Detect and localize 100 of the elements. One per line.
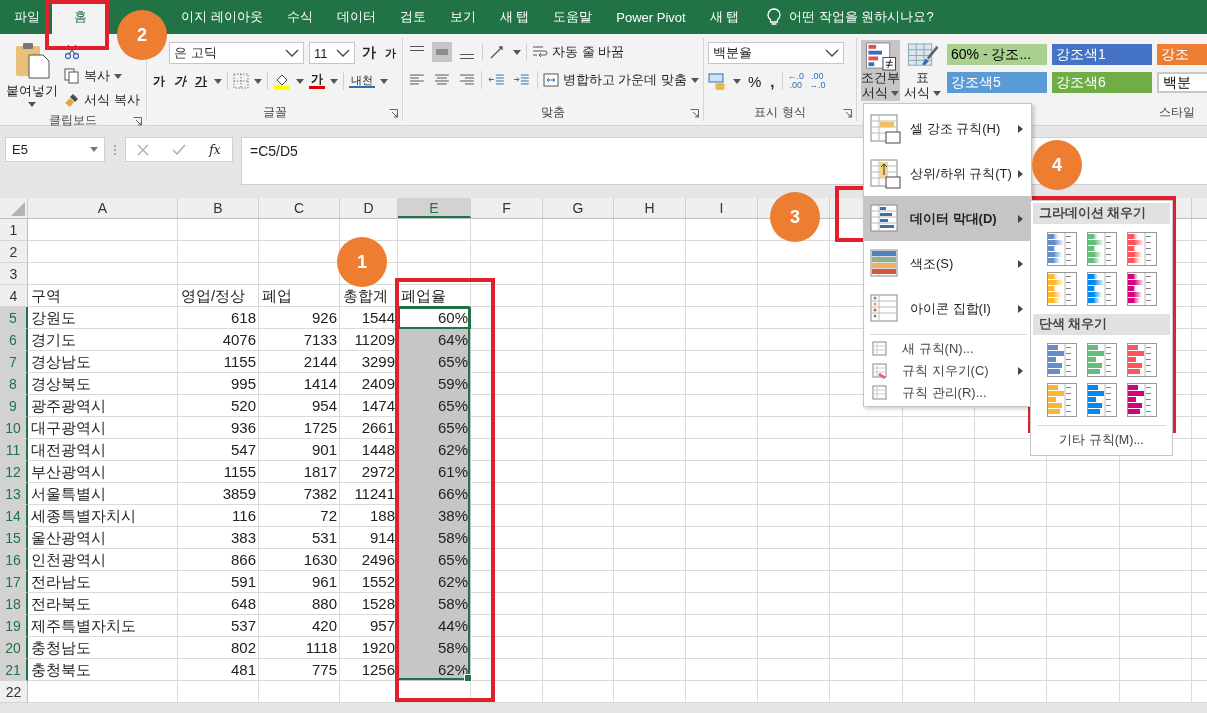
table-cell-text: 경상북도 bbox=[30, 374, 92, 394]
ribbon-tab[interactable]: 이지 레이아웃 bbox=[169, 0, 275, 34]
column-header[interactable]: C bbox=[259, 198, 340, 218]
format-as-table-button[interactable]: 표 서식 bbox=[904, 40, 941, 101]
dialog-launcher-icon[interactable] bbox=[843, 109, 852, 118]
ribbon-tab[interactable]: Power Pivot bbox=[604, 0, 698, 34]
row-header[interactable]: 7 bbox=[0, 351, 28, 373]
column-header[interactable]: I bbox=[686, 198, 758, 218]
cut-button[interactable] bbox=[64, 42, 80, 62]
row-header[interactable]: 6 bbox=[0, 329, 28, 351]
row-header[interactable]: 15 bbox=[0, 527, 28, 549]
column-header[interactable]: B bbox=[178, 198, 259, 218]
row-header[interactable]: 18 bbox=[0, 593, 28, 615]
caret-icon bbox=[254, 78, 262, 84]
data-bar-icon[interactable] bbox=[1086, 343, 1117, 377]
ribbon-tab[interactable]: 도움말 bbox=[541, 0, 605, 34]
tell-me-search[interactable]: 어떤 작업을 원하시나요? bbox=[767, 0, 934, 34]
dialog-launcher-icon[interactable] bbox=[690, 109, 699, 118]
insert-function-button[interactable]: fx bbox=[209, 142, 221, 157]
ribbon-tab[interactable]: 수식 bbox=[274, 0, 325, 34]
ribbon-tab[interactable]: 새 탭 bbox=[487, 0, 542, 34]
merge-center-button[interactable]: 병합하고 가운데 맞춤 bbox=[542, 70, 700, 90]
cell-style-swatch[interactable]: 60% - 강조... bbox=[947, 44, 1047, 65]
data-bar-icon[interactable] bbox=[1086, 232, 1117, 266]
ribbon-tab[interactable]: 보기 bbox=[437, 0, 488, 34]
row-header[interactable]: 21 bbox=[0, 659, 28, 681]
bold-button[interactable]: 가 bbox=[151, 72, 167, 90]
data-bar-icon[interactable] bbox=[1046, 272, 1077, 306]
percent-button[interactable]: % bbox=[746, 72, 764, 90]
italic-button[interactable]: 가 bbox=[172, 72, 188, 90]
comma-button[interactable]: , bbox=[768, 72, 777, 90]
decrease-decimal-button[interactable]: .00 →.0 bbox=[809, 72, 826, 90]
column-header[interactable]: F bbox=[471, 198, 543, 218]
checkmark-icon[interactable] bbox=[172, 143, 187, 156]
column-header[interactable]: G bbox=[543, 198, 614, 218]
cell-style-swatch[interactable]: 백분 bbox=[1157, 72, 1207, 93]
row-header[interactable]: 16 bbox=[0, 549, 28, 571]
menu-item[interactable]: 아이콘 집합(I) bbox=[864, 286, 1031, 331]
row-header[interactable]: 19 bbox=[0, 615, 28, 637]
dialog-launcher-icon[interactable] bbox=[389, 109, 398, 118]
grip-icon[interactable] bbox=[113, 143, 117, 157]
row-header[interactable]: 3 bbox=[0, 263, 28, 285]
data-bar-icon[interactable] bbox=[1046, 232, 1077, 266]
select-all-icon[interactable] bbox=[11, 202, 25, 216]
dialog-launcher-icon[interactable] bbox=[133, 117, 142, 126]
font-size-dropdown[interactable]: 11 bbox=[309, 42, 355, 64]
menu-item[interactable]: 새 규칙(N)... bbox=[864, 338, 1031, 360]
row-header[interactable]: 13 bbox=[0, 483, 28, 505]
ribbon-tab[interactable]: 데이터 bbox=[324, 0, 388, 34]
data-bar-icon[interactable] bbox=[1046, 343, 1077, 377]
row-header[interactable]: 14 bbox=[0, 505, 28, 527]
column-header[interactable]: E bbox=[398, 198, 471, 218]
row-header[interactable]: 2 bbox=[0, 241, 28, 263]
row-header[interactable]: 8 bbox=[0, 373, 28, 395]
cancel-icon[interactable] bbox=[137, 143, 150, 156]
row-header[interactable]: 20 bbox=[0, 637, 28, 659]
data-bar-icon[interactable] bbox=[1046, 383, 1077, 417]
row-header[interactable]: 1 bbox=[0, 219, 28, 241]
underline-button[interactable]: 가 bbox=[193, 72, 209, 90]
copy-button[interactable]: 복사 bbox=[64, 66, 140, 86]
cell-style-swatch[interactable]: 강조색1 bbox=[1052, 44, 1152, 65]
paste-button[interactable]: 붙여넣기 bbox=[4, 40, 60, 110]
increase-decimal-button[interactable]: ←.0 .00 bbox=[787, 72, 805, 90]
more-rules-item[interactable]: 기타 규칙(M)... bbox=[1033, 426, 1170, 451]
phonetic-button[interactable]: 내천 bbox=[349, 74, 375, 88]
menu-item[interactable]: 데이터 막대(D) bbox=[864, 196, 1031, 241]
row-header[interactable]: 11 bbox=[0, 439, 28, 461]
data-bar-icon[interactable] bbox=[1126, 343, 1157, 377]
menu-item[interactable]: 규칙 지우기(C) bbox=[864, 360, 1031, 382]
menu-item[interactable]: 색조(S) bbox=[864, 241, 1031, 286]
row-header[interactable]: 12 bbox=[0, 461, 28, 483]
data-bar-icon[interactable] bbox=[1126, 272, 1157, 306]
font-name-dropdown[interactable]: 은 고딕 bbox=[169, 42, 304, 64]
row-header[interactable]: 22 bbox=[0, 681, 28, 703]
wrap-text-button[interactable]: 자동 줄 바꿈 bbox=[532, 42, 625, 62]
menu-item[interactable]: 규칙 관리(R)... bbox=[864, 382, 1031, 404]
shrink-font-button[interactable]: 가 bbox=[383, 45, 398, 61]
row-header[interactable]: 17 bbox=[0, 571, 28, 593]
row-header[interactable]: 10 bbox=[0, 417, 28, 439]
data-bar-icon[interactable] bbox=[1086, 272, 1117, 306]
column-header[interactable]: A bbox=[28, 198, 178, 218]
table-cell-text: 531 bbox=[310, 528, 338, 548]
group-label: 표시 형식 bbox=[754, 103, 806, 121]
name-box[interactable]: E5 bbox=[5, 137, 105, 162]
data-bar-icon[interactable] bbox=[1086, 383, 1117, 417]
number-format-dropdown[interactable]: 백분율 bbox=[708, 42, 844, 64]
data-bar-icon[interactable] bbox=[1126, 383, 1157, 417]
format-painter-button[interactable]: 서식 복사 bbox=[64, 90, 140, 110]
ribbon-tab[interactable]: 검토 bbox=[387, 0, 438, 34]
data-bar-icon[interactable] bbox=[1126, 232, 1157, 266]
font-color-button[interactable]: 가 bbox=[309, 73, 325, 89]
row-header[interactable]: 4 bbox=[0, 285, 28, 307]
row-header[interactable]: 5 bbox=[0, 307, 28, 329]
ribbon-tab[interactable]: 파일 bbox=[2, 0, 52, 34]
ribbon-tab[interactable]: 새 탭 bbox=[697, 0, 752, 34]
conditional-formatting-button[interactable]: 조건부 서식 bbox=[861, 40, 900, 101]
row-header[interactable]: 9 bbox=[0, 395, 28, 417]
column-header[interactable]: H bbox=[614, 198, 686, 218]
table-cell-text: 116 bbox=[231, 506, 257, 526]
grow-font-button[interactable]: 가 bbox=[360, 44, 378, 62]
